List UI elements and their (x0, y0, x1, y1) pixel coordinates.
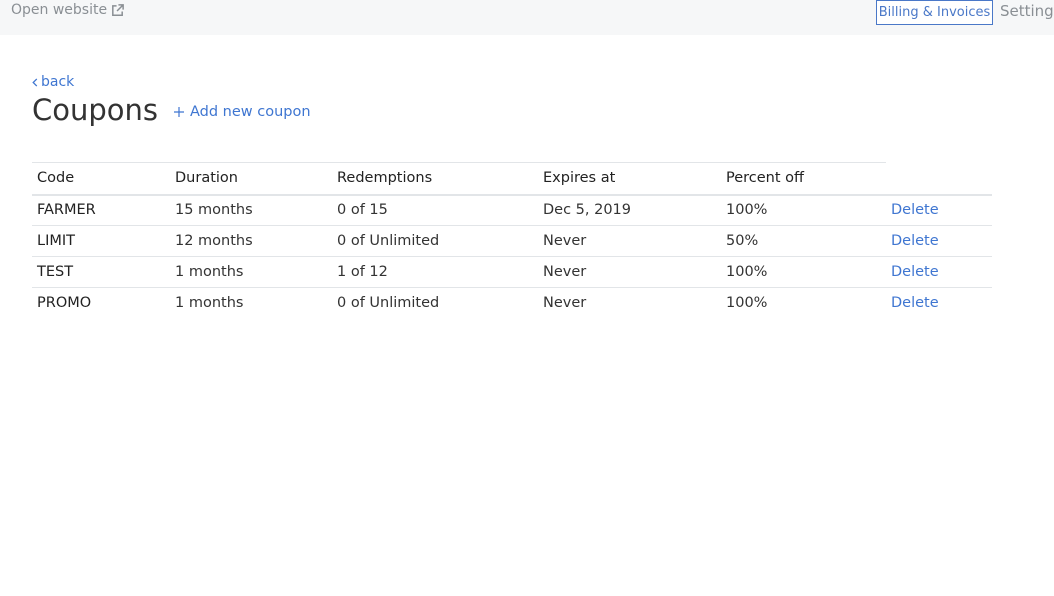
top-bar: Open website Billing & Invoices Settings (0, 0, 1054, 35)
coupon-duration: 15 months (170, 194, 332, 226)
coupon-action: Delete (886, 225, 992, 257)
column-header-actions (886, 162, 992, 196)
column-header-expires-at: Expires at (538, 162, 721, 196)
table-row: LIMIT 12 months 0 of Unlimited Never 50%… (32, 225, 992, 257)
delete-coupon-button[interactable]: Delete (891, 264, 939, 280)
coupon-redemptions: 0 of Unlimited (332, 225, 538, 257)
delete-coupon-button[interactable]: Delete (891, 233, 939, 249)
table-row: PROMO 1 months 0 of Unlimited Never 100%… (32, 288, 992, 319)
coupon-action: Delete (886, 256, 992, 288)
coupon-percent-off: 50% (721, 225, 886, 257)
coupon-duration: 12 months (170, 225, 332, 257)
delete-coupon-button[interactable]: Delete (891, 295, 939, 311)
column-header-percent-off: Percent off (721, 162, 886, 196)
delete-coupon-button[interactable]: Delete (891, 202, 939, 218)
column-header-code: Code (32, 162, 170, 196)
column-header-redemptions: Redemptions (332, 162, 538, 196)
open-website-label: Open website (11, 2, 108, 18)
billing-invoices-button[interactable]: Billing & Invoices (876, 0, 993, 25)
table-row: FARMER 15 months 0 of 15 Dec 5, 2019 100… (32, 194, 992, 226)
coupon-action: Delete (886, 288, 992, 319)
coupon-code: LIMIT (32, 225, 170, 257)
coupon-code: PROMO (37, 295, 92, 312)
coupon-duration: 1 months (175, 295, 244, 312)
external-link-icon (112, 3, 124, 16)
settings-link[interactable]: Settings (1000, 2, 1054, 20)
coupon-expires-at: Never (538, 225, 721, 257)
coupon-redemptions: 0 of 15 (332, 194, 538, 226)
coupon-redemptions: 1 of 12 (332, 256, 538, 288)
table-row: TEST 1 months 1 of 12 Never 100% Delete (32, 256, 992, 288)
coupon-code: TEST (32, 256, 170, 288)
table-header-row: Code Duration Redemptions Expires at Per… (32, 162, 992, 196)
add-new-coupon-button[interactable]: Add new coupon (174, 104, 311, 120)
coupons-table: Code Duration Redemptions Expires at Per… (32, 162, 992, 319)
chevron-left-icon (32, 77, 38, 87)
open-website-link[interactable]: Open website (11, 2, 125, 18)
page-title: Coupons (32, 93, 159, 127)
back-label: back (41, 74, 75, 90)
coupon-percent-off: 100% (721, 194, 886, 226)
coupon-expires-at: Dec 5, 2019 (538, 194, 721, 226)
coupon-expires-at: Never (543, 295, 587, 312)
coupon-expires-at: Never (538, 256, 721, 288)
add-new-coupon-label: Add new coupon (190, 104, 311, 120)
coupon-action: Delete (886, 194, 992, 226)
coupon-code: FARMER (32, 194, 170, 226)
coupon-percent-off: 100% (726, 295, 768, 312)
coupon-redemptions: 0 of Unlimited (337, 295, 440, 312)
plus-icon (174, 107, 184, 117)
column-header-duration: Duration (170, 162, 332, 196)
back-link[interactable]: back (32, 74, 74, 90)
coupon-percent-off: 100% (721, 256, 886, 288)
coupon-duration: 1 months (170, 256, 332, 288)
